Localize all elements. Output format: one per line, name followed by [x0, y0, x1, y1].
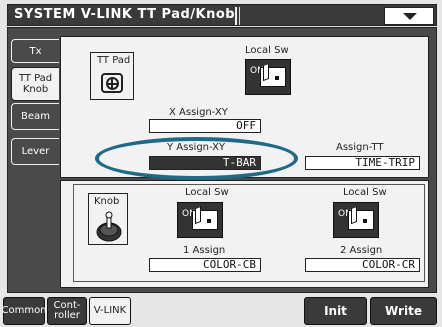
knob-local-sw1-toggle[interactable]: ON — [177, 202, 223, 238]
title-divider — [235, 7, 237, 25]
page-menu-button[interactable] — [384, 7, 434, 25]
tab-label: TT Pad Knob — [18, 73, 53, 95]
tab-tt-pad-knob[interactable]: TT Pad Knob — [11, 67, 59, 101]
local-sw-toggle[interactable]: ON — [245, 59, 291, 95]
assign2-label: 2 Assign — [340, 245, 383, 256]
knob-local-sw2-label: Local Sw — [343, 187, 387, 198]
tab-tx[interactable]: Tx — [11, 39, 59, 63]
vlink-button[interactable]: V-LINK — [89, 297, 131, 325]
switch-lever-icon — [351, 205, 357, 225]
switch-lever-icon — [263, 62, 269, 82]
assign-tt-label: Assign-TT — [336, 142, 384, 153]
x-assign-label: X Assign-XY — [169, 107, 228, 118]
knob-label: Knob — [94, 196, 120, 207]
assign1-label: 1 Assign — [183, 245, 226, 256]
knob-local-sw2-toggle[interactable]: ON — [333, 202, 379, 238]
tab-lever[interactable]: Lever — [11, 138, 59, 165]
knob-icon — [96, 211, 122, 242]
touchpad-icon — [101, 73, 123, 93]
assign1-field[interactable]: COLOR-CB — [149, 258, 261, 272]
title-field — [239, 7, 369, 25]
tab-label: Beam — [21, 111, 50, 122]
assign2-field[interactable]: COLOR-CR — [305, 258, 420, 272]
assign-tt-field[interactable]: TIME-TRIP — [305, 156, 420, 170]
y-assign-label: Y Assign-XY — [167, 142, 226, 153]
page-title: SYSTEM V-LINK TT Pad/Knob — [14, 7, 236, 22]
init-button[interactable]: Init — [304, 297, 367, 325]
knob-local-sw1-label: Local Sw — [185, 187, 229, 198]
write-button[interactable]: Write — [370, 297, 437, 325]
switch-lever-icon — [195, 205, 201, 225]
common-button[interactable]: Common — [1, 297, 47, 325]
tab-label: Lever — [21, 146, 50, 157]
y-assign-field[interactable]: T-BAR — [149, 156, 261, 170]
controller-button[interactable]: Cont- roller — [47, 297, 87, 325]
tab-label: Tx — [29, 45, 42, 57]
knob-icon-box: Knob — [88, 193, 128, 245]
title-bar: SYSTEM V-LINK TT Pad/Knob — [7, 4, 437, 26]
local-sw-label: Local Sw — [245, 45, 289, 56]
x-assign-field[interactable]: OFF — [149, 119, 261, 133]
tab-beam[interactable]: Beam — [11, 103, 59, 130]
screen: SYSTEM V-LINK TT Pad/Knob Tx TT Pad Knob… — [0, 0, 442, 327]
chevron-down-icon — [403, 13, 417, 20]
